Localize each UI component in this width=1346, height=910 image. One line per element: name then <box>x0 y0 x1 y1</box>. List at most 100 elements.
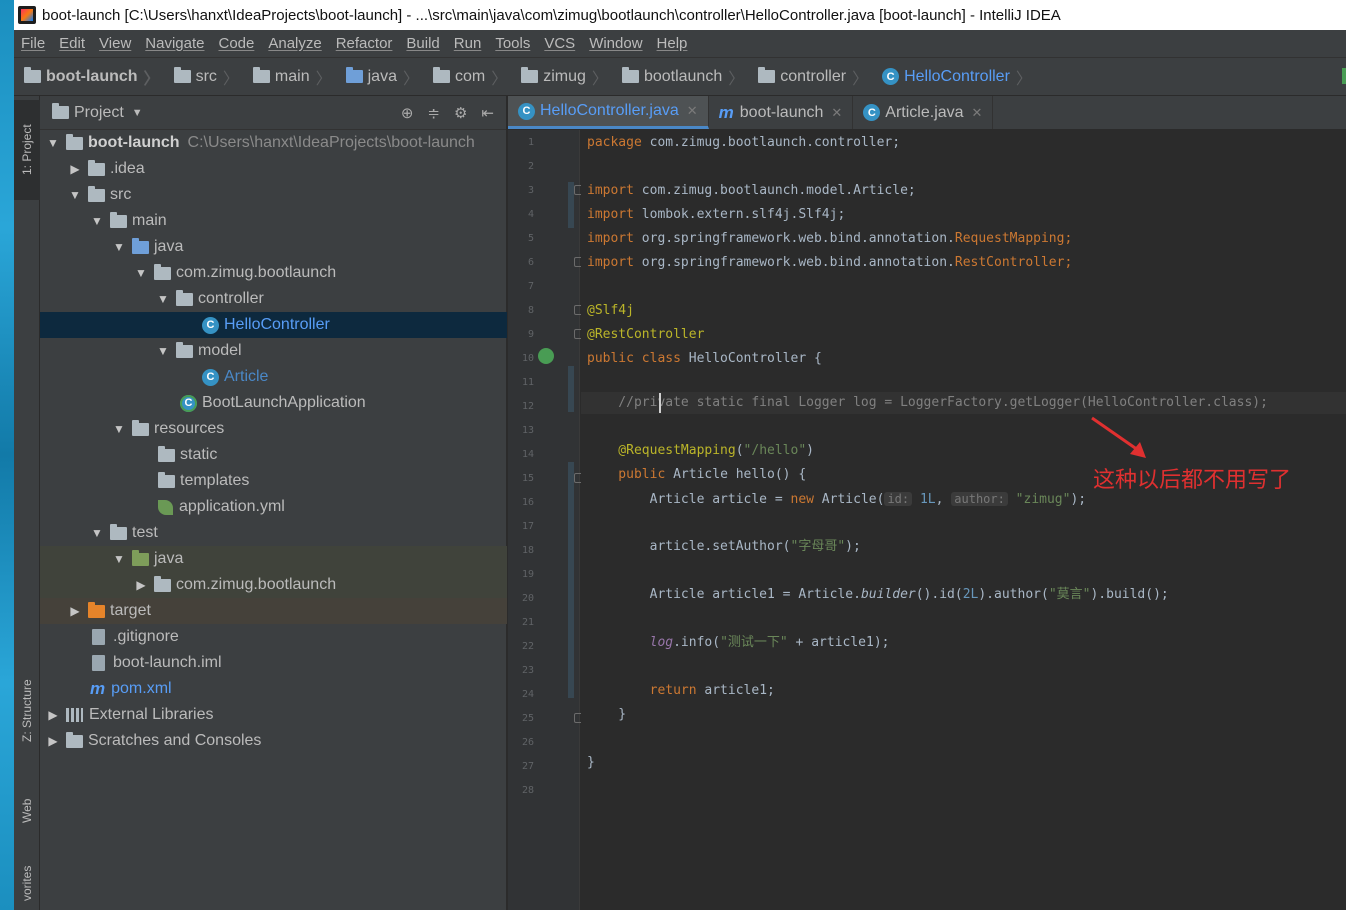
tree-item-templates[interactable]: templates <box>40 468 507 494</box>
tree-item-label: pom.xml <box>111 680 172 697</box>
tree-item-label: .gitignore <box>113 628 179 645</box>
tree-item-label: static <box>180 446 218 463</box>
expand-arrow-icon[interactable]: ▼ <box>68 188 82 202</box>
tree-item-test-package[interactable]: ▶ com.zimug.bootlaunch <box>40 572 507 598</box>
tree-item-model[interactable]: ▼ model <box>40 338 507 364</box>
menu-code[interactable]: Code <box>211 35 261 52</box>
menu-tools[interactable]: Tools <box>488 35 537 52</box>
tree-item-label: .idea <box>110 160 145 177</box>
line-number: 14 <box>521 449 534 460</box>
expand-arrow-icon[interactable]: ▼ <box>112 422 126 436</box>
collapse-arrow-icon[interactable]: ▶ <box>134 578 148 592</box>
breadcrumb-label: HelloController <box>904 67 1010 85</box>
expand-arrow-icon[interactable]: ▼ <box>90 526 104 540</box>
breadcrumb-com[interactable]: com 〉 <box>423 58 511 95</box>
folder-icon <box>110 523 127 540</box>
tab-project[interactable]: 1: Project <box>14 100 40 200</box>
spring-bean-icon[interactable] <box>538 348 554 364</box>
tree-item-external-libraries[interactable]: ▶ External Libraries <box>40 702 507 728</box>
breadcrumb-main[interactable]: main 〉 <box>243 58 336 95</box>
line-number: 5 <box>527 233 534 244</box>
expand-arrow-icon[interactable]: ▼ <box>156 292 170 306</box>
tab-label: boot-launch <box>739 103 824 121</box>
hide-panel-icon[interactable]: ⇤ <box>481 104 494 122</box>
tree-item-label: boot-launch <box>88 134 180 151</box>
tree-item-hellocontroller[interactable]: C HelloController <box>40 312 507 338</box>
tree-item-bootlaunchapplication[interactable]: C BootLaunchApplication <box>40 390 507 416</box>
close-icon[interactable]: ✕ <box>831 105 842 121</box>
project-panel-title[interactable]: Project <box>74 104 124 122</box>
breadcrumb-boot-launch[interactable]: boot-launch 〉 <box>14 58 164 95</box>
menu-refactor[interactable]: Refactor <box>329 35 400 52</box>
tree-item-src[interactable]: ▼ src <box>40 182 507 208</box>
menu-analyze[interactable]: Analyze <box>261 35 328 52</box>
code-line-8: @Slf4j <box>587 303 634 318</box>
tree-item-idea[interactable]: ▶ .idea <box>40 156 507 182</box>
menu-navigate[interactable]: Navigate <box>138 35 211 52</box>
tree-item-iml[interactable]: boot-launch.iml <box>40 650 507 676</box>
expand-arrow-icon[interactable]: ▼ <box>112 240 126 254</box>
file-icon <box>92 629 105 645</box>
chevron-down-icon[interactable]: ▼ <box>132 107 143 119</box>
menu-help[interactable]: Help <box>650 35 695 52</box>
code-line-5: import org.springframework.web.bind.anno… <box>587 231 1073 246</box>
line-number: 4 <box>527 209 534 220</box>
tree-item-target[interactable]: ▶ target <box>40 598 507 624</box>
tree-item-main[interactable]: ▼ main <box>40 208 507 234</box>
expand-arrow-icon[interactable]: ▼ <box>134 266 148 280</box>
breadcrumb-hellocontroller[interactable]: C HelloController 〉 <box>872 58 1036 95</box>
menu-edit[interactable]: Edit <box>52 35 92 52</box>
collapse-all-icon[interactable]: ≑ <box>427 104 440 122</box>
breadcrumb-zimug[interactable]: zimug 〉 <box>511 58 612 95</box>
tab-hellocontroller-java[interactable]: C HelloController.java ✕ <box>508 96 709 129</box>
package-icon <box>154 263 171 280</box>
tree-item-static[interactable]: static <box>40 442 507 468</box>
code-line-9: @RestController <box>587 327 705 342</box>
tree-item-label: BootLaunchApplication <box>202 394 366 411</box>
tree-item-scratches[interactable]: ▶ Scratches and Consoles <box>40 728 507 754</box>
tab-boot-launch[interactable]: m boot-launch ✕ <box>709 96 854 129</box>
tree-item-test-java[interactable]: ▼ java <box>40 546 507 572</box>
tree-item-boot-launch[interactable]: ▼ boot-launch C:\Users\hanxt\IdeaProject… <box>40 130 507 156</box>
tree-item-article[interactable]: C Article <box>40 364 507 390</box>
tab-web[interactable]: Web <box>14 776 40 846</box>
tree-item-resources[interactable]: ▼ resources <box>40 416 507 442</box>
editor-tabs: C HelloController.java ✕ m boot-launch ✕… <box>508 96 1346 130</box>
menu-vcs[interactable]: VCS <box>537 35 582 52</box>
menu-view[interactable]: View <box>92 35 138 52</box>
expand-arrow-icon[interactable]: ▼ <box>90 214 104 228</box>
tree-item-package[interactable]: ▼ com.zimug.bootlaunch <box>40 260 507 286</box>
tab-favorites[interactable]: vorites <box>14 856 40 910</box>
menu-run[interactable]: Run <box>447 35 489 52</box>
breadcrumb-java[interactable]: java 〉 <box>336 58 423 95</box>
close-icon[interactable]: ✕ <box>687 103 698 119</box>
breadcrumb-src[interactable]: src 〉 <box>164 58 243 95</box>
expand-arrow-icon[interactable]: ▼ <box>156 344 170 358</box>
breadcrumb-controller[interactable]: controller 〉 <box>748 58 872 95</box>
breadcrumb-bootlaunch[interactable]: bootlaunch 〉 <box>612 58 748 95</box>
menu-window[interactable]: Window <box>582 35 649 52</box>
code-line-4: import lombok.extern.slf4j.Slf4j; <box>587 207 846 222</box>
locate-icon[interactable]: ⊕ <box>401 104 414 122</box>
tree-item-controller[interactable]: ▼ controller <box>40 286 507 312</box>
tree-item-test[interactable]: ▼ test <box>40 520 507 546</box>
tab-article-java[interactable]: C Article.java ✕ <box>853 96 994 129</box>
close-icon[interactable]: ✕ <box>972 105 983 121</box>
menu-file[interactable]: File <box>14 35 52 52</box>
tree-item-java[interactable]: ▼ java <box>40 234 507 260</box>
tree-item-path: C:\Users\hanxt\IdeaProjects\boot-launch <box>187 134 475 151</box>
tree-item-application-yml[interactable]: application.yml <box>40 494 507 520</box>
collapse-arrow-icon[interactable]: ▶ <box>68 604 82 618</box>
collapse-arrow-icon[interactable]: ▶ <box>68 162 82 176</box>
expand-arrow-icon[interactable]: ▼ <box>46 136 60 150</box>
tree-item-pom[interactable]: m pom.xml <box>40 676 507 702</box>
code-editor[interactable]: package com.zimug.bootlaunch.controller;… <box>581 130 1346 910</box>
scratches-icon <box>66 731 83 748</box>
menu-build[interactable]: Build <box>399 35 446 52</box>
tab-structure[interactable]: Z: Structure <box>14 656 40 766</box>
gear-icon[interactable]: ⚙ <box>454 104 467 122</box>
collapse-arrow-icon[interactable]: ▶ <box>46 708 60 722</box>
collapse-arrow-icon[interactable]: ▶ <box>46 734 60 748</box>
tree-item-gitignore[interactable]: .gitignore <box>40 624 507 650</box>
expand-arrow-icon[interactable]: ▼ <box>112 552 126 566</box>
